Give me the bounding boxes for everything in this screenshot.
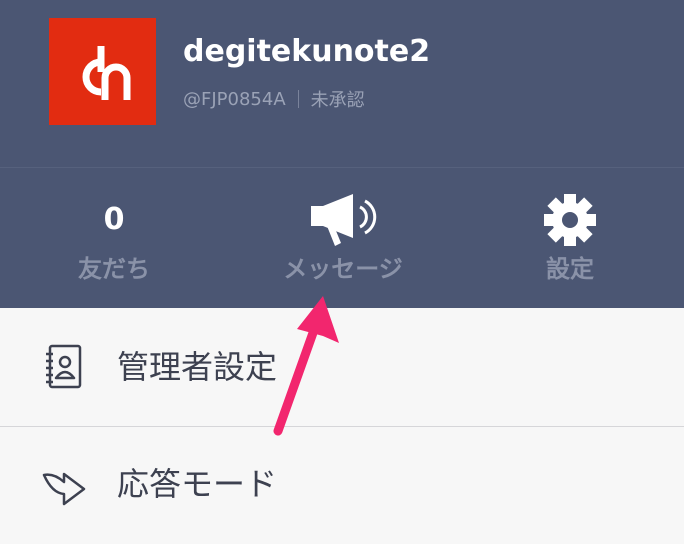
account-header: degitekunote2 @FJP0854A 未承認 0 友だち メッセージ (0, 0, 684, 308)
dn-logo-icon (82, 46, 131, 100)
menu-item-reply-mode[interactable]: 応答モード (0, 426, 684, 544)
header-divider (0, 167, 684, 168)
menu-item-label: 管理者設定 (117, 348, 278, 386)
reply-arrow-icon (42, 472, 86, 506)
message-label: メッセージ (283, 255, 403, 283)
account-meta: @FJP0854A 未承認 (183, 87, 365, 112)
meta-separator (297, 90, 299, 108)
menu-item-admin-settings[interactable]: 管理者設定 (0, 309, 684, 426)
settings-button[interactable]: 設定 (470, 190, 670, 300)
settings-label: 設定 (546, 255, 594, 283)
message-button[interactable]: メッセージ (243, 190, 443, 300)
account-status: 未承認 (310, 90, 365, 111)
megaphone-icon (311, 194, 377, 246)
friends-button[interactable]: 0 友だち (14, 190, 214, 300)
gear-icon (544, 194, 596, 246)
menu-item-label: 応答モード (117, 465, 278, 503)
address-book-icon (46, 344, 82, 389)
friends-label: 友だち (78, 255, 150, 283)
account-id: @FJP0854A (183, 88, 286, 110)
account-name: degitekunote2 (183, 34, 431, 69)
account-logo[interactable] (49, 18, 156, 125)
friends-count: 0 (103, 202, 125, 237)
